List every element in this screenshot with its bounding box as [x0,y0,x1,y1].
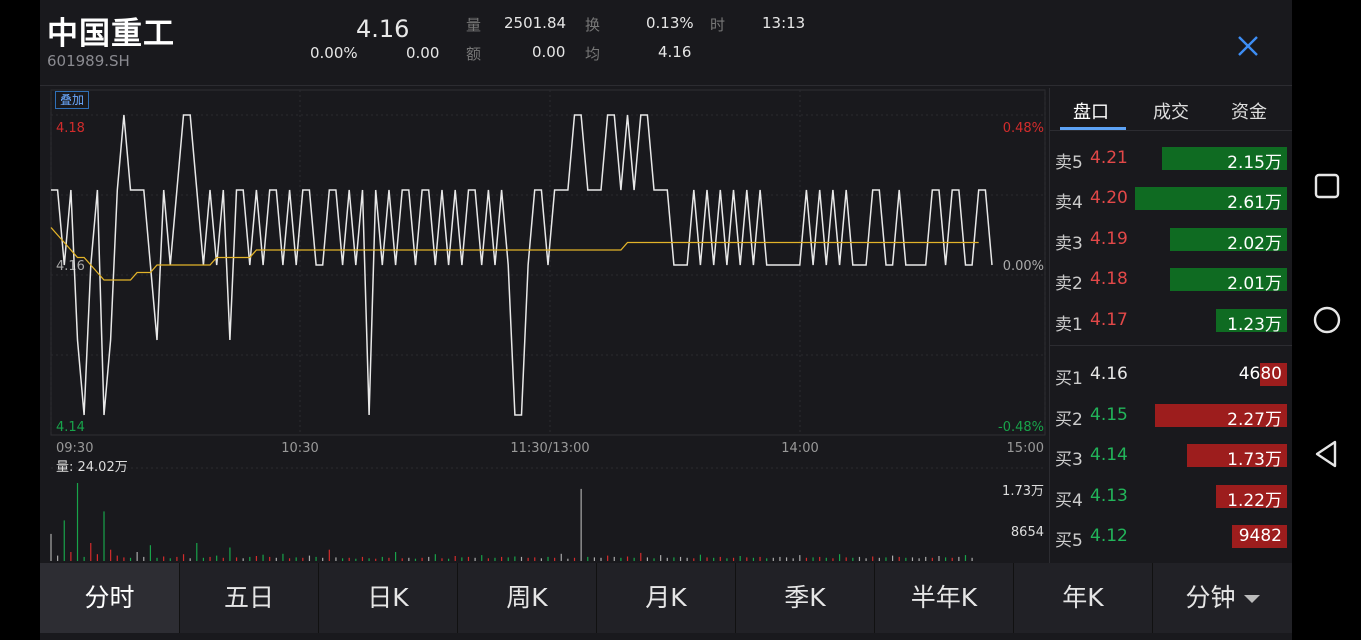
tab-minute-dropdown[interactable]: 分钟 [1153,563,1292,633]
price-label-mid: 4.16 [56,259,85,274]
overlay-button[interactable]: 叠加 [55,91,90,109]
bid-row-price: 4.12 [1090,526,1128,546]
bid-row-label: 买5 [1055,531,1083,551]
ask-row-label: 卖3 [1055,234,1083,254]
bid-row[interactable]: 买5 4.12 9482 [1050,517,1292,557]
ask-row-label: 卖1 [1055,315,1083,335]
bid-row-price: 4.15 [1090,405,1128,425]
ask-row[interactable]: 卖4 4.20 2.61万 [1050,179,1292,219]
ask-row-volume: 2.01万 [1227,274,1282,294]
average-series-line [50,227,979,281]
bid-row-price: 4.14 [1090,445,1128,465]
ask-row-label: 卖2 [1055,274,1083,294]
ask-row-price: 4.20 [1090,188,1128,208]
bid-row-volume: 9482 [1238,526,1282,546]
bid-row-label: 买4 [1055,491,1083,511]
stat-value-time: 13:13 [762,14,806,32]
bid-row-label: 买1 [1055,369,1083,389]
bid-row-volume: 4680 [1238,364,1282,384]
tab-quarterly-k[interactable]: 季K [736,563,875,633]
stat-value-volume: 2501.84 [504,14,567,32]
time-label: 11:30/13:00 [510,441,589,456]
stat-value-turnover: 0.13% [646,14,694,32]
stat-label-amount: 额 [466,45,482,63]
close-button[interactable] [1232,30,1264,62]
bid-row-label: 买3 [1055,450,1083,470]
ask-row-volume: 2.02万 [1227,234,1282,254]
tab-monthly-k[interactable]: 月K [597,563,736,633]
tab-halfyear-k[interactable]: 半年K [875,563,1014,633]
tab-minute-label: 分钟 [1185,583,1236,612]
ask-row-price: 4.18 [1090,269,1128,289]
time-label: 09:30 [56,441,93,456]
bid-row[interactable]: 买4 4.13 1.22万 [1050,477,1292,517]
back-triangle-icon [1315,440,1337,468]
ask-row[interactable]: 卖3 4.19 2.02万 [1050,220,1292,260]
stock-name: 中国重工 [47,16,175,52]
time-label: 15:00 [1007,441,1044,456]
tab-five-day[interactable]: 五日 [180,563,319,633]
bid-row-volume: 2.27万 [1227,410,1282,430]
ask-row-volume: 2.15万 [1227,153,1282,173]
tab-intraday[interactable]: 分时 [40,563,180,633]
pct-label-mid: 0.00% [1003,259,1044,274]
ask-row-price: 4.21 [1090,148,1128,168]
stat-value-average: 4.16 [658,43,692,61]
change-percent: 0.00% [310,44,358,62]
square-icon [1314,173,1340,199]
time-label: 10:30 [281,441,318,456]
ask-row-volume: 2.61万 [1227,193,1282,213]
stat-label-average: 均 [585,45,601,63]
stat-label-volume: 量 [466,16,482,34]
stat-value-amount: 0.00 [532,43,566,61]
stat-label-turnover: 换 [585,16,601,34]
ask-row[interactable]: 卖1 4.17 1.23万 [1050,301,1292,341]
change-value: 0.00 [406,44,440,62]
ask-row-price: 4.17 [1090,310,1128,330]
bid-row[interactable]: 买2 4.15 2.27万 [1050,396,1292,436]
pct-label-high: 0.48% [1003,121,1044,136]
bid-row-price: 4.16 [1090,364,1128,384]
bid-row[interactable]: 买3 4.14 1.73万 [1050,436,1292,476]
close-icon [1238,36,1258,56]
pct-label-low: -0.48% [998,420,1044,435]
volume-mid-label: 8654 [1011,525,1044,540]
price-label-high: 4.18 [56,121,85,136]
ask-row-label: 卖5 [1055,153,1083,173]
stat-label-time: 时 [710,16,726,34]
price-label-low: 4.14 [56,420,85,435]
tab-funds[interactable]: 资金 [1214,98,1284,124]
ask-row-price: 4.19 [1090,229,1128,249]
time-label: 14:00 [781,441,818,456]
bid-row-volume: 1.73万 [1227,450,1282,470]
intraday-chart: 4.18 4.16 4.14 0.48% 0.00% -0.48% 09:30 10:30 11… [50,89,1046,561]
bid-row[interactable]: 买1 4.16 4680 [1050,355,1292,395]
back-button[interactable] [1309,436,1345,472]
ask-row[interactable]: 卖2 4.18 2.01万 [1050,260,1292,300]
period-tabs: 分时 五日 日K 周K 月K 季K 半年K 年K 分钟 [40,563,1292,633]
ask-row-volume: 1.23万 [1227,315,1282,335]
system-nav-bar [1292,0,1361,640]
tab-weekly-k[interactable]: 周K [458,563,597,633]
tab-trades[interactable]: 成交 [1136,98,1206,124]
chevron-down-icon [1243,595,1260,603]
recent-apps-button[interactable] [1309,168,1345,204]
home-button[interactable] [1309,302,1345,338]
stock-app: 中国重工 601989.SH 4.16 0.00% 0.00 量 2501.84… [40,0,1292,640]
right-tabs: 盘口 成交 资金 [1050,88,1292,132]
bid-row-volume: 1.22万 [1227,491,1282,511]
bid-row-label: 买2 [1055,410,1083,430]
current-price: 4.16 [356,15,410,43]
tab-yearly-k[interactable]: 年K [1014,563,1153,633]
stock-code: 601989.SH [47,52,130,70]
tab-daily-k[interactable]: 日K [319,563,458,633]
circle-icon [1313,306,1341,334]
bid-row-price: 4.13 [1090,486,1128,506]
volume-label: 量: 24.02万 [56,460,128,475]
volume-max-label: 1.73万 [1002,484,1044,499]
ask-row-label: 卖4 [1055,193,1083,213]
tab-orderbook[interactable]: 盘口 [1056,98,1126,124]
ask-row[interactable]: 卖5 4.21 2.15万 [1050,139,1292,179]
